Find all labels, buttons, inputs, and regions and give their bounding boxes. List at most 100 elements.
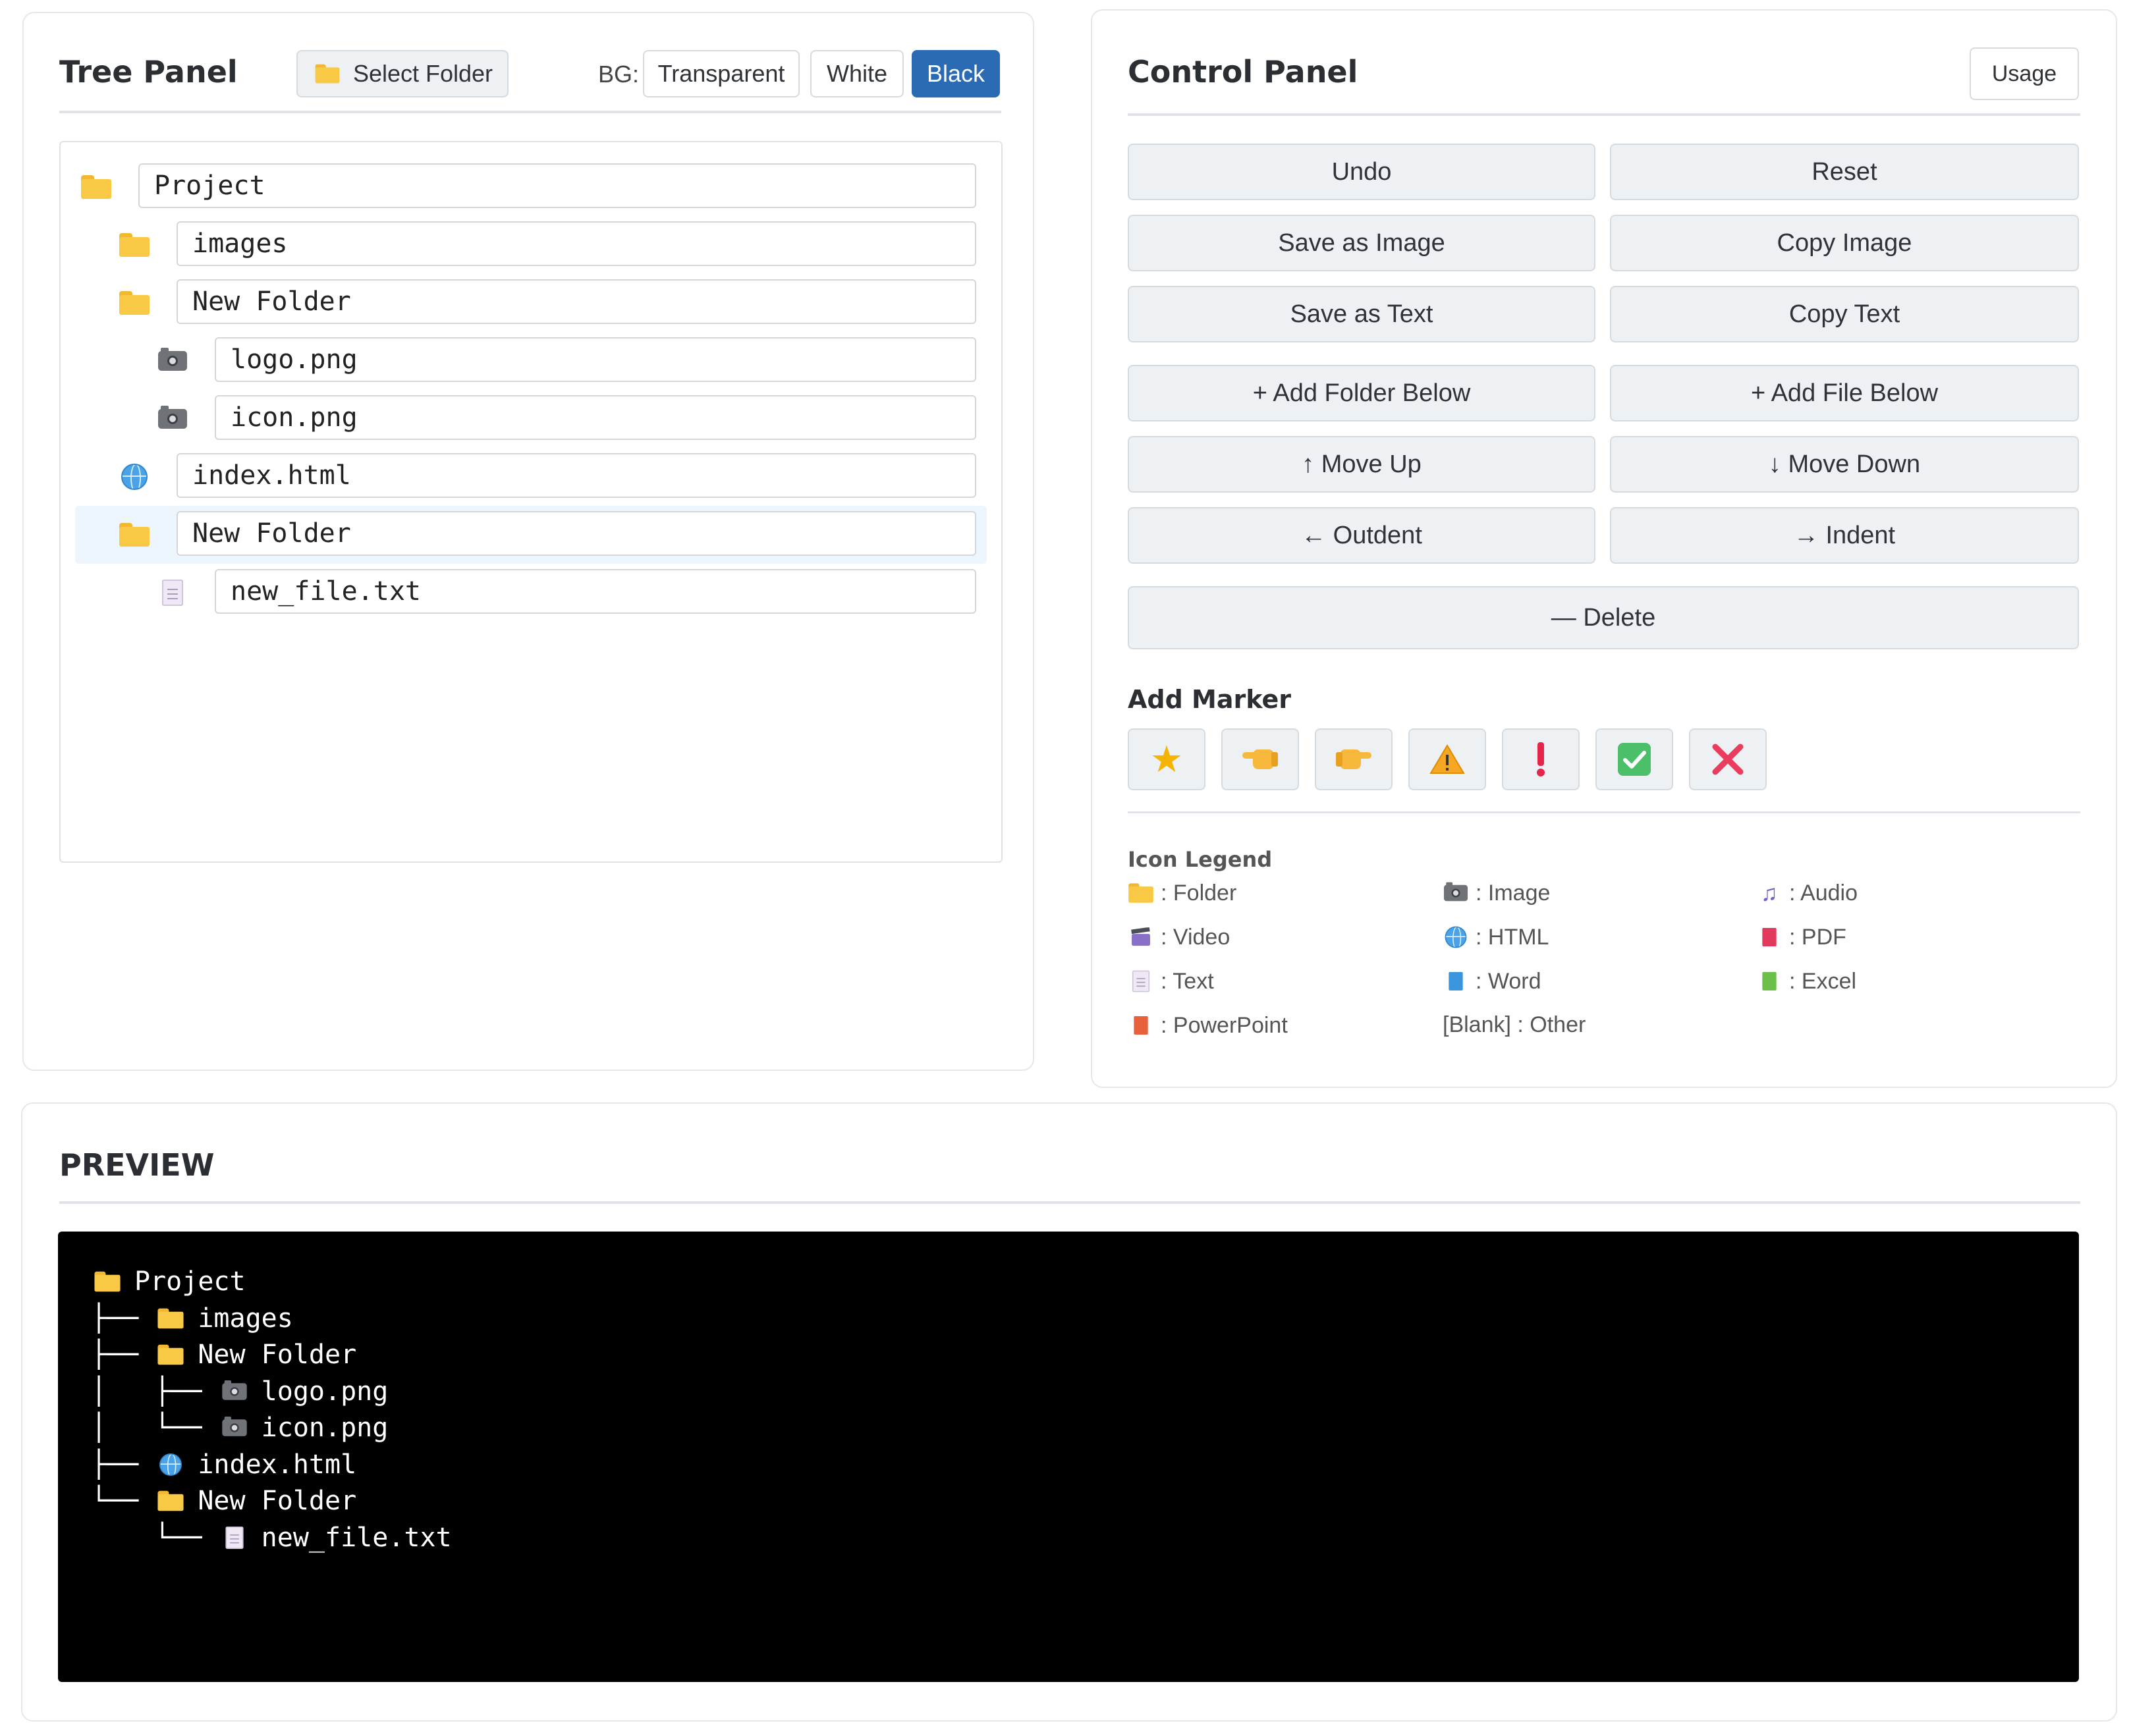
warning-icon (1429, 744, 1465, 774)
camera-icon (221, 1417, 247, 1436)
preview-line-name: images (198, 1303, 293, 1334)
save-as-text-button[interactable]: Save as Text (1128, 286, 1595, 342)
bg-black-button[interactable]: Black (912, 50, 1000, 97)
legend-icon (1756, 968, 1783, 994)
folder-icon (81, 175, 111, 199)
clapper-icon (1130, 927, 1151, 947)
text-file-icon (225, 1526, 244, 1549)
bg-white-button[interactable]: White (810, 50, 904, 97)
select-folder-button[interactable]: Select Folder (296, 50, 509, 97)
camera-icon (1443, 882, 1468, 902)
preview-canvas: Project ├── images ├── New Folder │ ├── log… (58, 1232, 2079, 1682)
preview-line-icon (218, 1525, 251, 1551)
tree-row-name-input[interactable]: index.html (177, 453, 976, 498)
tree-row-icon (153, 399, 192, 439)
legend-item: : HTML (1443, 924, 1549, 950)
control-panel: Control Panel Usage Undo Reset Save as I… (1091, 9, 2117, 1088)
legend-label: [Blank] : Other (1443, 1012, 1586, 1037)
folder-icon (157, 1308, 184, 1328)
preview-line-prefix: ├── (91, 1340, 155, 1370)
tree-row[interactable]: icon.png (75, 390, 987, 448)
warning-marker-button[interactable] (1408, 728, 1486, 790)
preview-line-name: logo.png (261, 1376, 389, 1407)
move-up-button[interactable]: ↑ Move Up (1128, 436, 1595, 493)
add-file-below-button[interactable]: + Add File Below (1610, 365, 2079, 421)
tree-row-icon (153, 573, 192, 612)
control-panel-divider (1128, 113, 2080, 116)
globe-icon (1445, 926, 1467, 948)
exclamation-marker-button[interactable] (1502, 728, 1580, 790)
tree-row-name-input[interactable]: icon.png (215, 395, 976, 440)
tree-row-name-input[interactable]: new_file.txt (215, 569, 976, 614)
preview-line: Project (91, 1263, 246, 1300)
bg-label: BG: (598, 61, 640, 88)
reset-button[interactable]: Reset (1610, 144, 2079, 200)
folder-icon (94, 1271, 121, 1292)
check-marker-button[interactable] (1595, 728, 1673, 790)
pointing-left-marker-button[interactable] (1221, 728, 1299, 790)
pointing-left-icon (1242, 749, 1278, 769)
legend-icon (1443, 924, 1469, 950)
legend-label: : Folder (1161, 880, 1237, 906)
copy-image-button[interactable]: Copy Image (1610, 215, 2079, 271)
tree-panel-title: Tree Panel (59, 54, 238, 90)
legend-label: : Text (1161, 968, 1214, 994)
indent-button[interactable]: → Indent (1610, 507, 2079, 564)
undo-button[interactable]: Undo (1128, 144, 1595, 200)
tree-row[interactable]: Project (75, 158, 987, 216)
legend-icon: ♫ (1756, 880, 1783, 906)
tree-row[interactable]: images (75, 216, 987, 274)
exclamation-icon (1537, 742, 1545, 776)
preview-line-icon (218, 1380, 251, 1401)
legend-label: : Audio (1789, 880, 1858, 906)
pointing-right-marker-button[interactable] (1315, 728, 1393, 790)
tree-row[interactable]: index.html (75, 448, 987, 506)
tree-row[interactable]: New Folder (75, 274, 987, 332)
legend-icon (1128, 968, 1154, 994)
preview-line: ├── New Folder (91, 1336, 356, 1373)
star-marker-button[interactable]: ★ (1128, 728, 1205, 790)
legend-item: ♫: Audio (1756, 880, 1858, 906)
preview-title: PREVIEW (59, 1147, 215, 1183)
move-down-button[interactable]: ↓ Move Down (1610, 436, 2079, 493)
cross-marker-button[interactable] (1689, 728, 1767, 790)
preview-line-icon (91, 1270, 124, 1293)
legend-label: : HTML (1476, 924, 1549, 950)
legend-icon (1128, 880, 1154, 906)
tree-row-name-input[interactable]: logo.png (215, 337, 976, 382)
tree-row-name-input[interactable]: Project (138, 163, 976, 208)
tree-row[interactable]: logo.png (75, 332, 987, 390)
tree-row-icon (115, 225, 154, 265)
bg-transparent-button[interactable]: Transparent (643, 50, 800, 97)
delete-button[interactable]: — Delete (1128, 586, 2079, 649)
tree-row[interactable]: New Folder (75, 506, 987, 564)
preview-line-prefix: ├── (91, 1303, 155, 1334)
outdent-button[interactable]: ← Outdent (1128, 507, 1595, 564)
tree-row-name-input[interactable]: images (177, 221, 976, 266)
preview-line-name: index.html (198, 1449, 357, 1480)
folder-icon (157, 1344, 184, 1365)
legend-label: : Excel (1789, 968, 1857, 994)
cross-icon (1712, 744, 1744, 775)
preview-line-icon (218, 1417, 251, 1438)
camera-icon (158, 348, 187, 371)
folder-icon (119, 291, 150, 315)
tree-editor: Project images New Folder logo.png icon.png i… (59, 141, 1003, 863)
preview-line-icon (154, 1307, 187, 1330)
add-folder-below-button[interactable]: + Add Folder Below (1128, 365, 1595, 421)
add-marker-title: Add Marker (1128, 685, 1292, 714)
preview-line: └── new_file.txt (91, 1519, 451, 1556)
copy-text-button[interactable]: Copy Text (1610, 286, 2079, 342)
check-icon (1618, 743, 1651, 776)
pointing-right-icon (1336, 749, 1371, 769)
legend-icon (1443, 968, 1469, 994)
preview-line: ├── index.html (91, 1446, 356, 1483)
tree-row[interactable]: new_file.txt (75, 564, 987, 622)
tree-panel-divider (59, 111, 1001, 113)
usage-button[interactable]: Usage (1970, 47, 2079, 100)
preview-line-prefix: │ ├── (91, 1376, 218, 1407)
excel-book-icon (1761, 971, 1778, 991)
tree-row-name-input[interactable]: New Folder (177, 279, 976, 324)
tree-row-name-input[interactable]: New Folder (177, 511, 976, 556)
save-as-image-button[interactable]: Save as Image (1128, 215, 1595, 271)
